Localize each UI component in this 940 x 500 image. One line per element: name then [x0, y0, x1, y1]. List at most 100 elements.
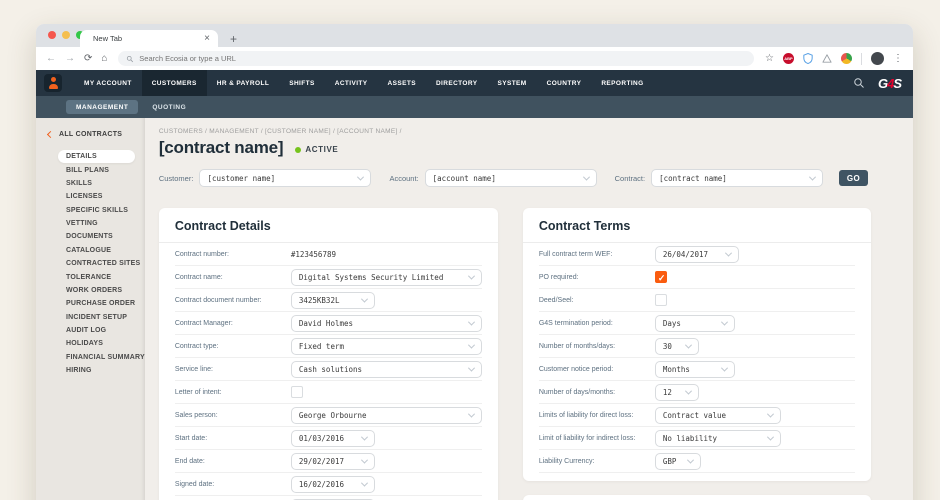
- contract-name-select[interactable]: Digital Systems Security Limited: [290, 268, 482, 286]
- chevron-down-icon: [724, 249, 732, 257]
- nav-item-system[interactable]: SYSTEM: [487, 70, 536, 96]
- toolbar-divider: [861, 52, 862, 65]
- sidebar-item-audit-log[interactable]: AUDIT LOG: [36, 324, 145, 337]
- contract-number-value: #123456789: [290, 249, 336, 259]
- contract-document-number-select[interactable]: 3425KB32L: [290, 291, 375, 309]
- sales-person-select[interactable]: George Orbourne: [290, 406, 482, 424]
- chevron-down-icon: [766, 433, 774, 441]
- g4s-logo: G4S: [877, 75, 902, 91]
- chevron-down-icon: [720, 318, 728, 326]
- nav-item-country[interactable]: COUNTRY: [537, 70, 592, 96]
- nav-item-my-account[interactable]: MY ACCOUNT: [74, 70, 142, 96]
- ecosia-extension-icon[interactable]: [841, 53, 852, 64]
- sidebar-item-holidays[interactable]: HOLIDAYS: [36, 337, 145, 350]
- adblock-extension-icon[interactable]: ABP: [783, 53, 794, 64]
- home-icon[interactable]: ⌂: [101, 53, 107, 64]
- subnav-item-management[interactable]: MANAGEMENT: [66, 100, 139, 114]
- start-date-select[interactable]: 01/03/2016: [290, 429, 375, 447]
- full-contract-term-wef-select[interactable]: 26/04/2017: [654, 245, 739, 263]
- nav-item-activity[interactable]: ACTIVITY: [325, 70, 378, 96]
- end-date-select[interactable]: 29/02/2017: [290, 452, 375, 470]
- back-icon[interactable]: ←: [46, 53, 56, 64]
- customer-filter-select[interactable]: [customer name]: [199, 169, 372, 187]
- chevron-down-icon: [467, 364, 475, 372]
- browser-titlebar: New Tab × +: [36, 24, 913, 47]
- limits-liability-direct-loss-select[interactable]: Contract value: [654, 406, 781, 424]
- service-line-select[interactable]: Cash solutions: [290, 360, 482, 378]
- number-of-months-days-select[interactable]: 30: [654, 337, 699, 355]
- sidebar-item-bill-plans[interactable]: BILL PLANS: [36, 163, 145, 176]
- browser-toolbar: ← → ⟳ ⌂ ☆ ABP ⋮: [36, 47, 913, 70]
- customer-filter-label: Customer:: [158, 173, 194, 183]
- chevron-down-icon: [766, 410, 774, 418]
- chevron-down-icon: [686, 456, 694, 464]
- sidebar-item-incident-setup[interactable]: INCIDENT SETUP: [36, 311, 145, 324]
- profile-avatar[interactable]: [871, 52, 884, 65]
- new-tab-button[interactable]: +: [230, 32, 237, 46]
- triangle-extension-icon[interactable]: [822, 54, 832, 63]
- sidebar-item-skills[interactable]: SKILLS: [36, 177, 145, 190]
- deed-seel-checkbox[interactable]: [654, 294, 667, 306]
- sidebar-item-contracted-sites[interactable]: CONTRACTED SITES: [36, 257, 145, 270]
- browser-tab[interactable]: New Tab ×: [80, 30, 218, 47]
- go-button[interactable]: GO: [839, 170, 869, 186]
- browser-window: New Tab × + ← → ⟳ ⌂ ☆ ABP ⋮ MY ACCOUNT C…: [36, 24, 913, 500]
- account-filter-select[interactable]: [account name]: [424, 169, 597, 187]
- user-icon[interactable]: [44, 74, 62, 92]
- nav-item-assets[interactable]: ASSETS: [378, 70, 426, 96]
- sidebar-item-hiring[interactable]: HIRING: [36, 364, 145, 377]
- contract-type-select[interactable]: Fixed term: [290, 337, 482, 355]
- browser-menu-icon[interactable]: ⋮: [893, 53, 903, 64]
- g4s-termination-period-select[interactable]: Days: [654, 314, 735, 332]
- contract-details-title: Contract Details: [158, 208, 498, 243]
- nav-item-customers[interactable]: CUSTOMERS: [141, 70, 207, 96]
- letter-of-intent-checkbox[interactable]: [290, 386, 303, 398]
- forward-icon[interactable]: →: [65, 53, 75, 64]
- chevron-down-icon: [467, 341, 475, 349]
- signed-date-select[interactable]: 16/02/2016: [290, 475, 375, 493]
- sidebar-item-purchase-order[interactable]: PURCHASE ORDER: [36, 297, 145, 310]
- contract-filter-label: Contract:: [614, 173, 646, 183]
- customer-notice-period-select[interactable]: Months: [654, 360, 735, 378]
- liability-currency-select[interactable]: GBP: [654, 452, 701, 470]
- close-window-button[interactable]: [48, 31, 56, 39]
- bookmark-star-icon[interactable]: ☆: [765, 53, 774, 64]
- tab-close-icon[interactable]: ×: [204, 33, 210, 44]
- contract-manager-select[interactable]: David Holmes: [290, 314, 482, 332]
- url-input[interactable]: [139, 54, 747, 63]
- po-required-checkbox[interactable]: [654, 271, 667, 284]
- app-search-icon[interactable]: [853, 77, 865, 89]
- breadcrumb[interactable]: CUSTOMERS / MANAGEMENT / [CUSTOMER NAME]…: [159, 128, 913, 135]
- contract-terms-title: Contract Terms: [522, 208, 871, 243]
- reload-icon[interactable]: ⟳: [84, 53, 92, 64]
- window-controls: [48, 31, 84, 39]
- sidebar-item-work-orders[interactable]: WORK ORDERS: [36, 284, 145, 297]
- chevron-left-icon: [46, 130, 55, 139]
- minimize-window-button[interactable]: [62, 31, 70, 39]
- filter-row: Customer: [customer name] Account: [acco…: [159, 169, 913, 187]
- number-of-days-months-select[interactable]: 12: [654, 383, 699, 401]
- url-bar[interactable]: [118, 51, 755, 66]
- sidebar-item-details[interactable]: DETAILS: [58, 150, 135, 164]
- nav-item-shifts[interactable]: SHIFTS: [279, 70, 325, 96]
- sidebar-item-vetting[interactable]: VETTING: [36, 217, 145, 230]
- sidebar-item-catalogue[interactable]: CATALOGUE: [36, 244, 145, 257]
- chevron-down-icon: [360, 479, 368, 487]
- sidebar-item-financial-summary[interactable]: FINANCIAL SUMMARY: [36, 351, 145, 364]
- sidebar-item-specific-skills[interactable]: SPECIFIC SKILLS: [36, 204, 145, 217]
- chevron-down-icon: [467, 318, 475, 326]
- sidebar-item-licenses[interactable]: LICENSES: [36, 190, 145, 203]
- all-contracts-back-link[interactable]: ALL CONTRACTS: [46, 130, 145, 139]
- contract-details-card: Contract Details Contract number: #123456…: [158, 208, 498, 500]
- nav-item-reporting[interactable]: REPORTING: [591, 70, 653, 96]
- sidebar-item-documents[interactable]: DOCUMENTS: [36, 230, 145, 243]
- nav-item-directory[interactable]: DIRECTORY: [426, 70, 488, 96]
- subnav-item-quoting[interactable]: QUOTING: [152, 104, 186, 111]
- limit-liability-indirect-loss-select[interactable]: No liability: [654, 429, 781, 447]
- sidebar-item-tolerance[interactable]: TOLERANCE: [36, 270, 145, 283]
- status-badge: ACTIVE: [295, 145, 338, 154]
- chevron-down-icon: [467, 410, 475, 418]
- nav-item-hr-payroll[interactable]: HR & PAYROLL: [207, 70, 279, 96]
- shield-extension-icon[interactable]: [803, 53, 813, 64]
- contract-filter-select[interactable]: [contract name]: [651, 169, 824, 187]
